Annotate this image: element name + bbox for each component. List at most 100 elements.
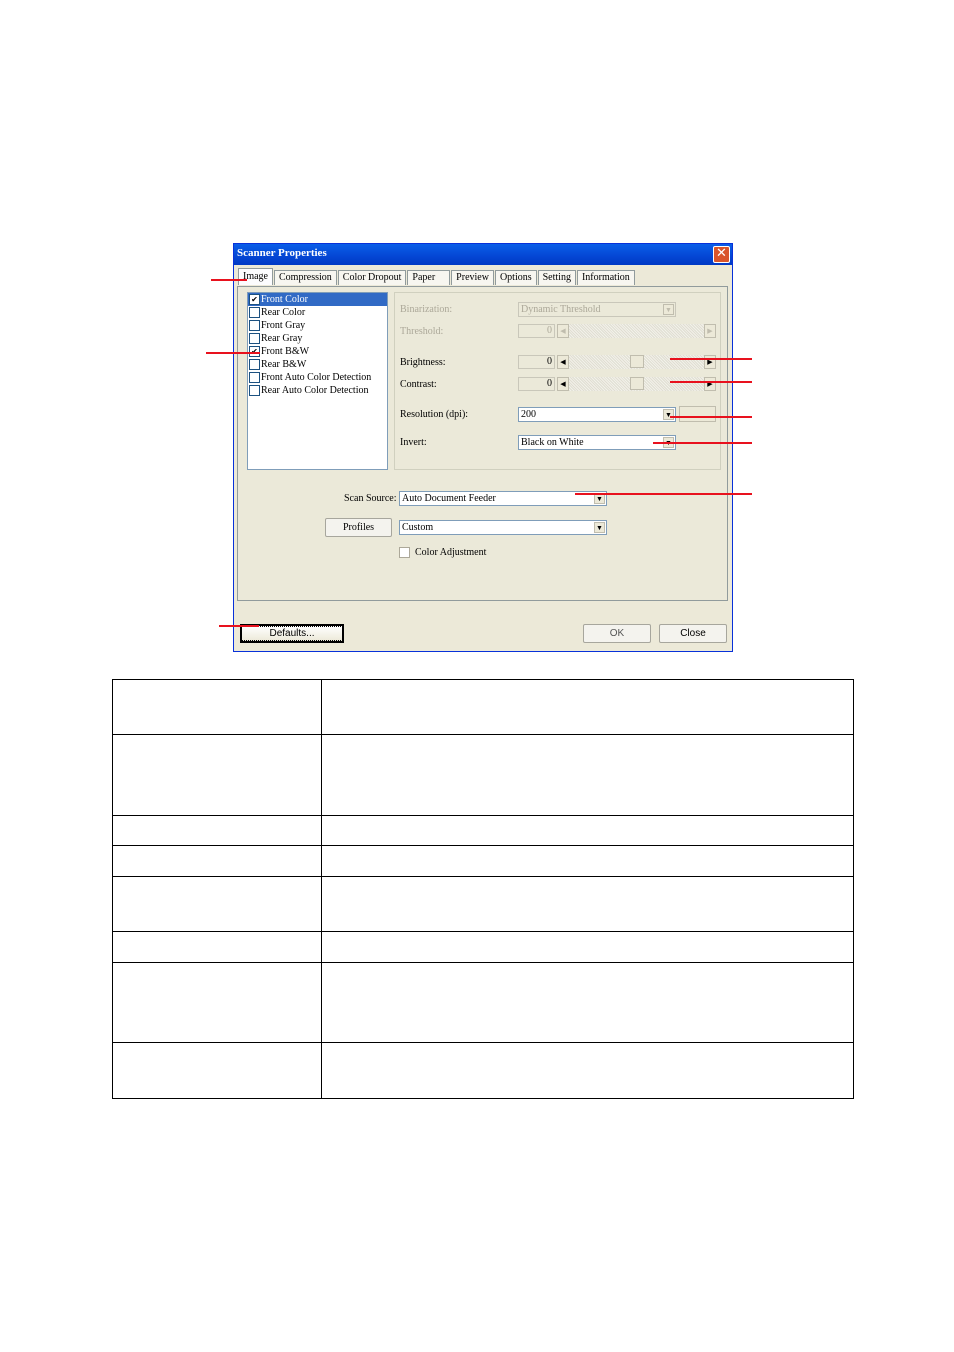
- table-cell: [321, 931, 854, 963]
- threshold-left-arrow-icon: ◀: [557, 324, 569, 338]
- contrast-slider-thumb[interactable]: [630, 377, 644, 390]
- callout-line-image-tab: [211, 279, 247, 281]
- table-row: [112, 734, 854, 816]
- table-cell: [321, 962, 854, 1043]
- invert-label: Invert:: [400, 437, 427, 448]
- image-type-list[interactable]: ✔ Front Color Rear Color Front Gray Rear …: [247, 292, 388, 470]
- contrast-right-arrow-icon[interactable]: ▶: [704, 377, 716, 391]
- list-item-label: Rear B&W: [261, 359, 307, 370]
- close-button[interactable]: Close: [659, 624, 727, 643]
- table-cell: [112, 679, 322, 735]
- table-cell: [321, 845, 854, 877]
- list-item-rear-auto-color[interactable]: Rear Auto Color Detection: [248, 384, 387, 397]
- checkbox-rear-color[interactable]: [249, 307, 260, 318]
- resolution-extra-button[interactable]: [679, 406, 716, 422]
- resolution-select[interactable]: 200 ▼: [518, 407, 676, 422]
- checkbox-front-gray[interactable]: [249, 320, 260, 331]
- list-item-label: Front Auto Color Detection: [261, 372, 372, 383]
- scanner-properties-dialog: Scanner Properties ✕ Image Compression C…: [233, 243, 733, 652]
- table-cell: [112, 734, 322, 816]
- tab-setting[interactable]: Setting: [537, 270, 576, 285]
- ok-button[interactable]: OK: [583, 624, 651, 643]
- invert-value: Black on White: [521, 437, 584, 448]
- callout-line-brightness: [670, 358, 752, 360]
- color-adjustment-label: Color Adjustment: [415, 547, 487, 558]
- list-item-label: Rear Gray: [261, 333, 303, 344]
- close-icon[interactable]: ✕: [713, 246, 730, 263]
- callout-line-scan-source: [575, 493, 752, 495]
- profiles-value: Custom: [402, 522, 434, 533]
- brightness-left-arrow-icon[interactable]: ◀: [557, 355, 569, 369]
- list-item-label: Front Color: [261, 294, 308, 305]
- profiles-select[interactable]: Custom ▼: [399, 520, 607, 535]
- chevron-down-icon[interactable]: ▼: [663, 409, 674, 420]
- brightness-label: Brightness:: [400, 357, 446, 368]
- tab-options[interactable]: Options: [494, 270, 537, 285]
- table-row: [112, 1042, 854, 1099]
- table-cell: [321, 815, 854, 846]
- contrast-label: Contrast:: [400, 379, 437, 390]
- brightness-slider-thumb[interactable]: [630, 355, 644, 368]
- table-cell: [112, 815, 322, 846]
- contrast-value: 0: [518, 377, 555, 391]
- callout-line-contrast: [670, 381, 752, 383]
- binarization-label: Binarization:: [400, 304, 453, 315]
- list-item-rear-color[interactable]: Rear Color: [248, 306, 387, 319]
- binarization-value: Dynamic Threshold: [521, 304, 601, 315]
- list-item-front-color[interactable]: ✔ Front Color: [248, 293, 387, 306]
- table-row: [112, 876, 854, 932]
- table-row: [112, 815, 854, 846]
- threshold-right-arrow-icon: ▶: [704, 324, 716, 338]
- tab-compression[interactable]: Compression: [274, 270, 337, 285]
- list-item-rear-gray[interactable]: Rear Gray: [248, 332, 387, 345]
- threshold-value: 0: [518, 324, 555, 338]
- contrast-slider-track[interactable]: [569, 377, 705, 391]
- color-adjustment-checkbox[interactable]: [399, 547, 410, 558]
- dialog-title: Scanner Properties: [237, 247, 327, 259]
- table-row: [112, 931, 854, 963]
- checkbox-front-color[interactable]: ✔: [249, 294, 260, 305]
- color-adjustment-option[interactable]: Color Adjustment: [399, 547, 486, 558]
- profiles-button[interactable]: Profiles: [325, 518, 392, 537]
- table-cell: [321, 734, 854, 816]
- resolution-label: Resolution (dpi):: [400, 409, 469, 420]
- contrast-left-arrow-icon[interactable]: ◀: [557, 377, 569, 391]
- table-row: [112, 962, 854, 1043]
- threshold-label: Threshold:: [400, 326, 444, 337]
- tab-preview[interactable]: Preview: [451, 270, 494, 285]
- callout-line-invert: [653, 442, 752, 444]
- chevron-down-icon: ▼: [663, 304, 674, 315]
- resolution-value: 200: [521, 409, 536, 420]
- tab-paper[interactable]: Paper: [407, 270, 451, 285]
- tab-image[interactable]: Image: [238, 268, 273, 285]
- list-item-label: Front B&W: [261, 346, 310, 357]
- description-table: [112, 679, 854, 1099]
- list-item-rear-bw[interactable]: Rear B&W: [248, 358, 387, 371]
- list-item-front-auto-color[interactable]: Front Auto Color Detection: [248, 371, 387, 384]
- tab-strip: Image Compression Color Dropout Paper Pr…: [238, 268, 636, 286]
- list-item-label: Front Gray: [261, 320, 306, 331]
- scan-source-value: Auto Document Feeder: [402, 493, 496, 504]
- checkbox-rear-bw[interactable]: [249, 359, 260, 370]
- callout-line-resolution: [670, 416, 752, 418]
- tab-color-dropout[interactable]: Color Dropout: [337, 270, 407, 285]
- table-cell: [321, 876, 854, 932]
- threshold-slider-track: [569, 324, 705, 338]
- list-item-label: Rear Auto Color Detection: [261, 385, 369, 396]
- callout-line-defaults: [219, 625, 259, 627]
- checkbox-rear-auto-color[interactable]: [249, 385, 260, 396]
- binarization-select: Dynamic Threshold ▼: [518, 302, 676, 317]
- title-bar[interactable]: Scanner Properties ✕: [234, 244, 732, 265]
- list-item-label: Rear Color: [261, 307, 306, 318]
- table-cell: [112, 1042, 322, 1099]
- defaults-button-label: Defaults...: [241, 626, 343, 641]
- tab-information[interactable]: Information: [576, 270, 635, 285]
- chevron-down-icon[interactable]: ▼: [594, 522, 605, 533]
- checkbox-front-auto-color[interactable]: [249, 372, 260, 383]
- list-item-front-bw[interactable]: ✔Front B&W: [248, 345, 387, 358]
- list-item-front-gray[interactable]: Front Gray: [248, 319, 387, 332]
- table-cell: [321, 679, 854, 735]
- checkbox-rear-gray[interactable]: [249, 333, 260, 344]
- table-row: [112, 845, 854, 877]
- table-cell: [112, 845, 322, 877]
